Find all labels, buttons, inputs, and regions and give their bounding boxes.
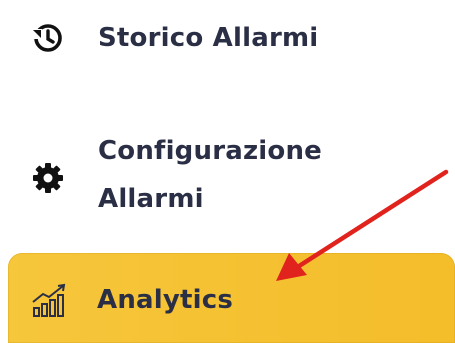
chart-growth-icon [31,282,71,318]
sidebar-item-label: Analytics [97,285,234,315]
sidebar-item-label: Configurazione Allarmi [98,136,323,214]
sidebar-item-label: Storico Allarmi [98,23,319,53]
sidebar-item-storico-allarmi[interactable]: Storico Allarmi [0,10,380,66]
sidebar-item-analytics[interactable]: Analytics [8,253,455,343]
gear-icon [32,162,64,194]
history-icon [30,21,64,55]
sidebar-item-configurazione-allarmi[interactable]: Configurazione Allarmi [0,125,380,225]
sidebar-menu: Storico Allarmi Configurazione Allarmi A… [0,0,455,343]
